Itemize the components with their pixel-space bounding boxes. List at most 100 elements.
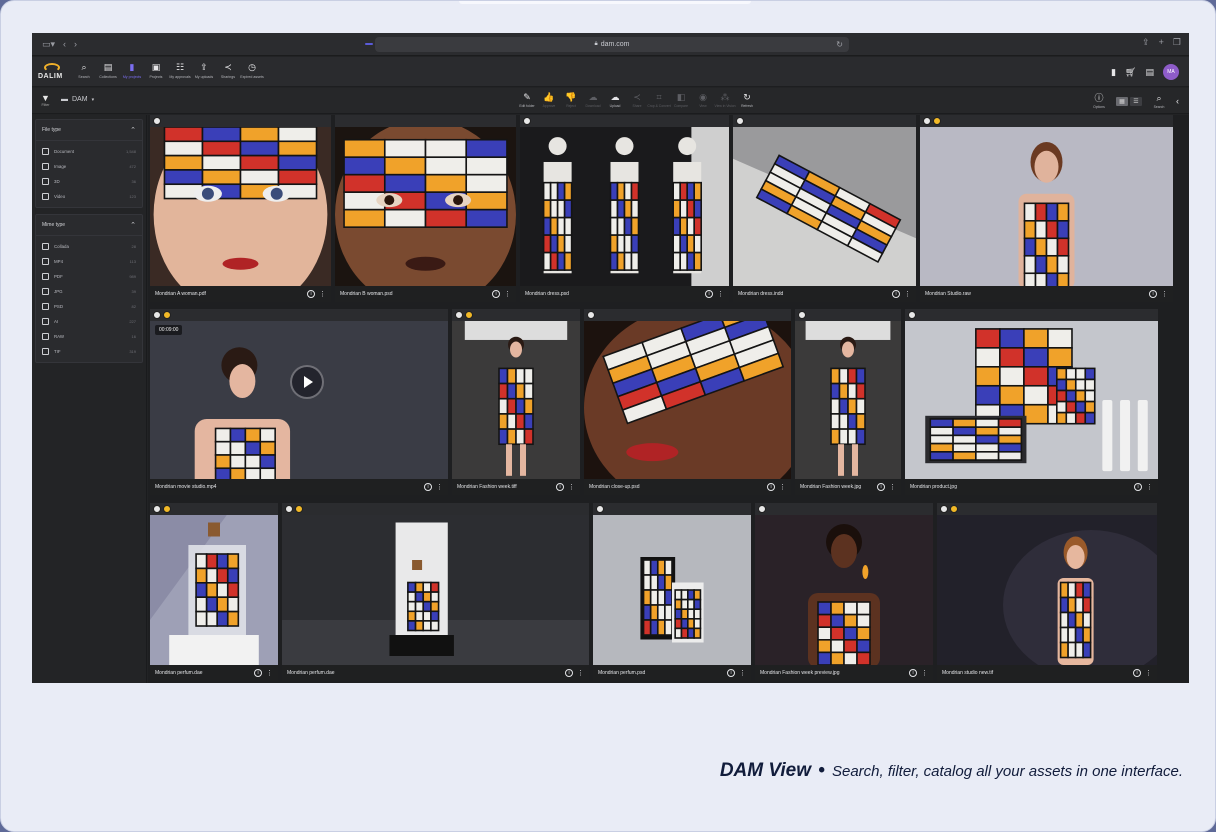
info-icon[interactable]: i [767, 483, 775, 491]
upload-button[interactable]: ☁ Upload [606, 92, 624, 108]
info-icon[interactable]: i [254, 669, 262, 677]
checkbox[interactable] [42, 288, 49, 295]
facet-option[interactable]: AI 227 [36, 314, 142, 329]
more-vertical-icon[interactable]: ⋮ [319, 291, 326, 298]
asset-tile[interactable]: Mondrian A woman.pdf i ⋮ [150, 115, 331, 302]
asset-thumbnail[interactable] [733, 127, 916, 286]
folder-selector[interactable]: ▬ DAM ▾ [61, 96, 94, 103]
asset-thumbnail[interactable] [150, 321, 448, 479]
info-icon[interactable]: i [877, 483, 885, 491]
info-icon[interactable]: i [424, 483, 432, 491]
asset-tile[interactable]: Mondrian dress.psd i ⋮ [520, 115, 729, 302]
asset-tile[interactable]: Mondrian product.jpg i ⋮ [905, 309, 1158, 495]
facet-option[interactable]: Image 472 [36, 159, 142, 174]
compare-button[interactable]: ◧ Compare [672, 92, 690, 108]
filter-button[interactable]: ▼ Filter [41, 93, 50, 107]
checkbox[interactable] [42, 318, 49, 325]
asset-thumbnail[interactable] [755, 515, 933, 665]
trash-icon[interactable]: ▮ [1111, 67, 1116, 78]
list-view-icon[interactable]: ☰ [1130, 96, 1142, 106]
nav-item-my-projects[interactable]: ▮ My projects [123, 62, 141, 79]
facet-option[interactable]: TIF 319 [36, 344, 142, 359]
edit-folder-button[interactable]: ✎ Edit folder [518, 92, 536, 108]
chevron-up-icon[interactable]: ⌃ [130, 126, 136, 134]
nav-item-expired-assets[interactable]: ◷ Expired assets [240, 62, 264, 79]
facet-option[interactable]: RAW 16 [36, 329, 142, 344]
crop-convert-button[interactable]: ⌗ Crop & Convert [647, 92, 670, 108]
facet-option[interactable]: PDF 989 [36, 269, 142, 284]
more-vertical-icon[interactable]: ⋮ [1161, 291, 1168, 298]
asset-thumbnail[interactable] [795, 321, 901, 479]
asset-thumbnail[interactable] [150, 515, 278, 665]
url-bar[interactable]: 🔒︎ dam.com ↻ [375, 37, 849, 52]
asset-thumbnail[interactable] [520, 127, 729, 286]
asset-thumbnail[interactable] [584, 321, 791, 479]
facet-option[interactable]: JPG 39 [36, 284, 142, 299]
info-icon[interactable]: i [307, 290, 315, 298]
facet-option[interactable]: MP4 113 [36, 254, 142, 269]
more-vertical-icon[interactable]: ⋮ [717, 291, 724, 298]
reload-icon[interactable]: ↻ [836, 40, 843, 49]
asset-tile[interactable]: Mondrian dress.indd i ⋮ [733, 115, 916, 302]
clipboard-icon[interactable]: ▤ [1145, 67, 1154, 78]
more-vertical-icon[interactable]: ⋮ [436, 484, 443, 491]
more-vertical-icon[interactable]: ⋮ [577, 670, 584, 677]
reject-button[interactable]: 👎 Reject [562, 92, 580, 108]
info-icon[interactable]: i [565, 669, 573, 677]
chevron-left-icon[interactable]: ‹ [63, 39, 66, 49]
info-icon[interactable]: i [492, 290, 500, 298]
info-icon[interactable]: i [892, 290, 900, 298]
asset-tile[interactable]: Mondrian perfum.dae i ⋮ [150, 503, 278, 681]
asset-thumbnail[interactable] [282, 515, 589, 665]
nav-item-collections[interactable]: ▤ Collections [99, 62, 117, 79]
checkbox[interactable] [42, 163, 49, 170]
collapse-chevron-icon[interactable]: ‹ [1176, 96, 1179, 106]
view-in-vision-button[interactable]: ⁂ View in Vision [715, 92, 736, 108]
info-icon[interactable]: i [1134, 483, 1142, 491]
checkbox[interactable] [42, 303, 49, 310]
more-vertical-icon[interactable]: ⋮ [921, 670, 928, 677]
info-icon[interactable]: i [705, 290, 713, 298]
options-button[interactable]: ⓘ Options [1090, 93, 1108, 109]
facet-header[interactable]: Mime type ⌃ [36, 215, 142, 236]
more-vertical-icon[interactable]: ⋮ [889, 484, 896, 491]
checkbox[interactable] [42, 193, 49, 200]
grid-view-icon[interactable]: ▦ [1116, 96, 1128, 106]
asset-tile[interactable]: 00:09:00 Mondrian movie studio.mp4 i ⋮ [150, 309, 448, 495]
asset-tile[interactable]: Mondrian B woman.psd i ⋮ [335, 115, 516, 302]
checkbox[interactable] [42, 178, 49, 185]
asset-thumbnail[interactable] [920, 127, 1173, 286]
download-button[interactable]: ☁ Download [584, 92, 602, 108]
approve-button[interactable]: 👍 Approve [540, 92, 558, 108]
more-vertical-icon[interactable]: ⋮ [568, 484, 575, 491]
info-icon[interactable]: i [909, 669, 917, 677]
share-button[interactable]: ≺ Share [628, 92, 646, 108]
more-vertical-icon[interactable]: ⋮ [266, 670, 273, 677]
asset-tile[interactable]: Mondrian Fashion week.jpg i ⋮ [795, 309, 901, 495]
checkbox[interactable] [42, 333, 49, 340]
refresh-button[interactable]: ↻ Refresh [738, 92, 756, 108]
more-vertical-icon[interactable]: ⋮ [504, 291, 511, 298]
asset-tile[interactable]: Mondrian studio new.tif i ⋮ [937, 503, 1157, 681]
facet-option[interactable]: Document 1,548 [36, 144, 142, 159]
checkbox[interactable] [42, 148, 49, 155]
checkbox[interactable] [42, 258, 49, 265]
tabs-icon[interactable]: ❐ [1173, 38, 1181, 47]
view-button[interactable]: ◉ View [694, 92, 712, 108]
plus-icon[interactable]: + [1159, 38, 1164, 47]
nav-item-my-uploads[interactable]: ⇪ My uploads [195, 62, 213, 79]
more-vertical-icon[interactable]: ⋮ [739, 670, 746, 677]
asset-tile[interactable]: Mondrian perfum.dae i ⋮ [282, 503, 589, 681]
asset-thumbnail[interactable] [150, 127, 331, 286]
facet-option[interactable]: Collada 28 [36, 239, 142, 254]
search-button[interactable]: ⌕ Search [1150, 93, 1168, 109]
more-vertical-icon[interactable]: ⋮ [1146, 484, 1153, 491]
asset-tile[interactable]: Mondrian Fashion week preview.jpg i ⋮ [755, 503, 933, 681]
asset-tile[interactable]: Mondrian Studio.raw i ⋮ [920, 115, 1173, 302]
asset-thumbnail[interactable] [593, 515, 751, 665]
more-vertical-icon[interactable]: ⋮ [904, 291, 911, 298]
asset-thumbnail[interactable] [905, 321, 1158, 479]
checkbox[interactable] [42, 348, 49, 355]
logo[interactable]: DALIM [38, 63, 68, 83]
info-icon[interactable]: i [1149, 290, 1157, 298]
